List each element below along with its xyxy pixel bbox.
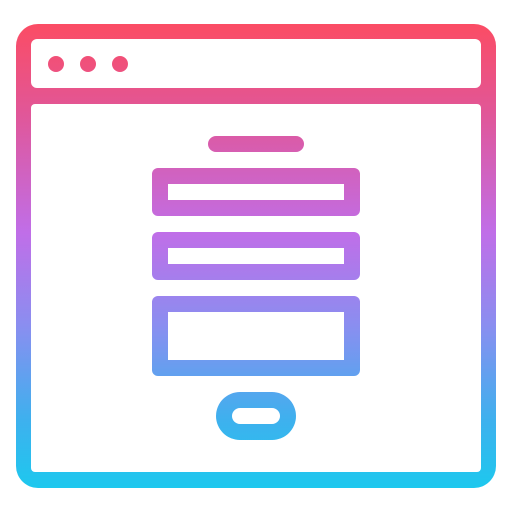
icon-svg bbox=[16, 24, 496, 488]
submit-button-icon bbox=[216, 392, 296, 440]
browser-contact-form-icon bbox=[0, 0, 512, 512]
form-textarea bbox=[152, 296, 360, 376]
window-dot-minimize bbox=[80, 56, 96, 72]
form-field-2 bbox=[152, 232, 360, 280]
window-dot-close bbox=[48, 56, 64, 72]
window-controls bbox=[48, 56, 128, 72]
form-field-1 bbox=[152, 168, 360, 216]
window-dot-maximize bbox=[112, 56, 128, 72]
form-heading-bar bbox=[208, 136, 304, 152]
